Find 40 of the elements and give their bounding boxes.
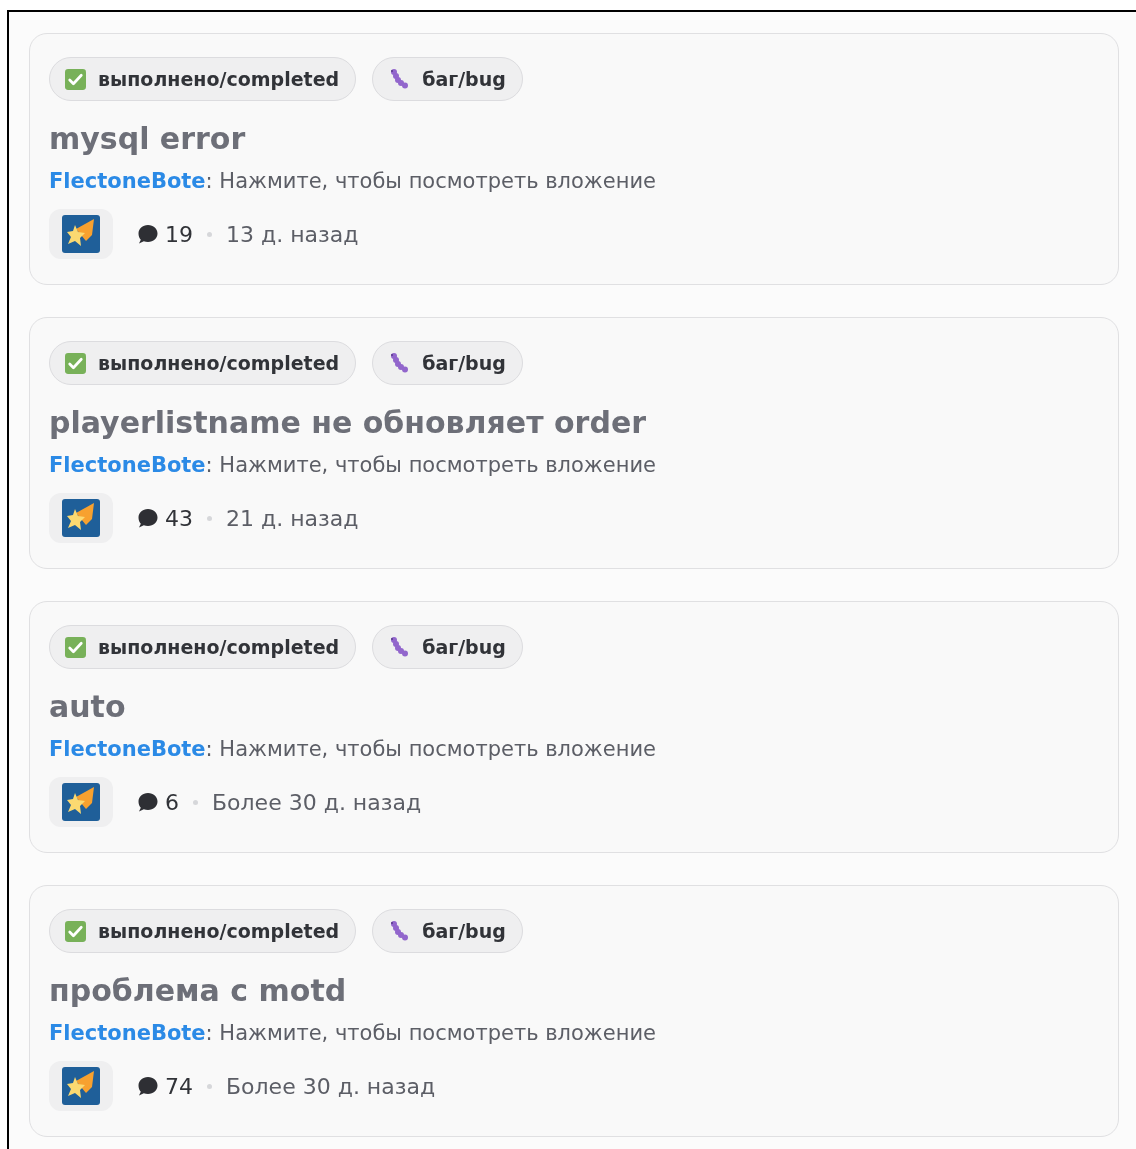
tag[interactable]: выполнено/completed	[49, 909, 357, 953]
caterpillar-icon	[388, 636, 411, 658]
caterpillar-icon	[388, 352, 411, 374]
tag[interactable]: выполнено/completed	[49, 341, 357, 385]
thread-card[interactable]: выполнено/completed баг/bug mysql error FlectoneBote: Нажмите, чтобы посмотреть вложение 19 13 д. назад	[29, 33, 1119, 285]
speech-bubble-icon	[137, 223, 159, 245]
message-preview: : Нажмите, чтобы посмотреть вложение	[205, 169, 656, 193]
comment-count: 74	[165, 1073, 193, 1099]
tag[interactable]: выполнено/completed	[49, 625, 357, 669]
message-preview: : Нажмите, чтобы посмотреть вложение	[205, 1021, 656, 1045]
speech-bubble-icon	[137, 791, 159, 813]
thread-card[interactable]: выполнено/completed баг/bug auto FlectoneBote: Нажмите, чтобы посмотреть вложение 6 Более 30 д. назад	[29, 601, 1119, 853]
post-time: 13 д. назад	[226, 221, 359, 247]
comment-count: 19	[165, 221, 193, 247]
comment-count: 6	[165, 789, 179, 815]
caterpillar-icon	[388, 68, 411, 90]
tag[interactable]: выполнено/completed	[49, 57, 357, 101]
tag[interactable]: баг/bug	[372, 909, 523, 953]
thread-title: проблема с motd	[49, 972, 348, 1010]
thread-title: auto	[49, 688, 127, 726]
speech-bubble-icon	[137, 1075, 159, 1097]
tag[interactable]: баг/bug	[372, 625, 523, 669]
message-preview: : Нажмите, чтобы посмотреть вложение	[205, 453, 656, 477]
checkmark-icon	[65, 68, 86, 90]
tag[interactable]: баг/bug	[372, 57, 523, 101]
comment-count: 43	[165, 505, 193, 531]
caterpillar-icon	[388, 920, 411, 942]
post-time: Более 30 д. назад	[212, 789, 422, 815]
thread-card[interactable]: выполнено/completed баг/bug проблема с motd FlectoneBote: Нажмите, чтобы посмотреть вложение 74 Более 30 д. назад	[29, 885, 1119, 1137]
thread-title: playerlistname не обновляет order	[49, 404, 648, 442]
checkmark-icon	[65, 636, 86, 658]
checkmark-icon	[65, 920, 86, 942]
checkmark-icon	[65, 352, 86, 374]
speech-bubble-icon	[137, 507, 159, 529]
message-preview: : Нажмите, чтобы посмотреть вложение	[205, 737, 656, 761]
post-time: Более 30 д. назад	[226, 1073, 436, 1099]
post-time: 21 д. назад	[226, 505, 359, 531]
thread-card[interactable]: выполнено/completed баг/bug playerlistname не обновляет order FlectoneBote: Нажмите, чтобы посмотреть вложение 43 21 д. назад	[29, 317, 1119, 569]
thread-title: mysql error	[49, 120, 247, 158]
tag[interactable]: баг/bug	[372, 341, 523, 385]
